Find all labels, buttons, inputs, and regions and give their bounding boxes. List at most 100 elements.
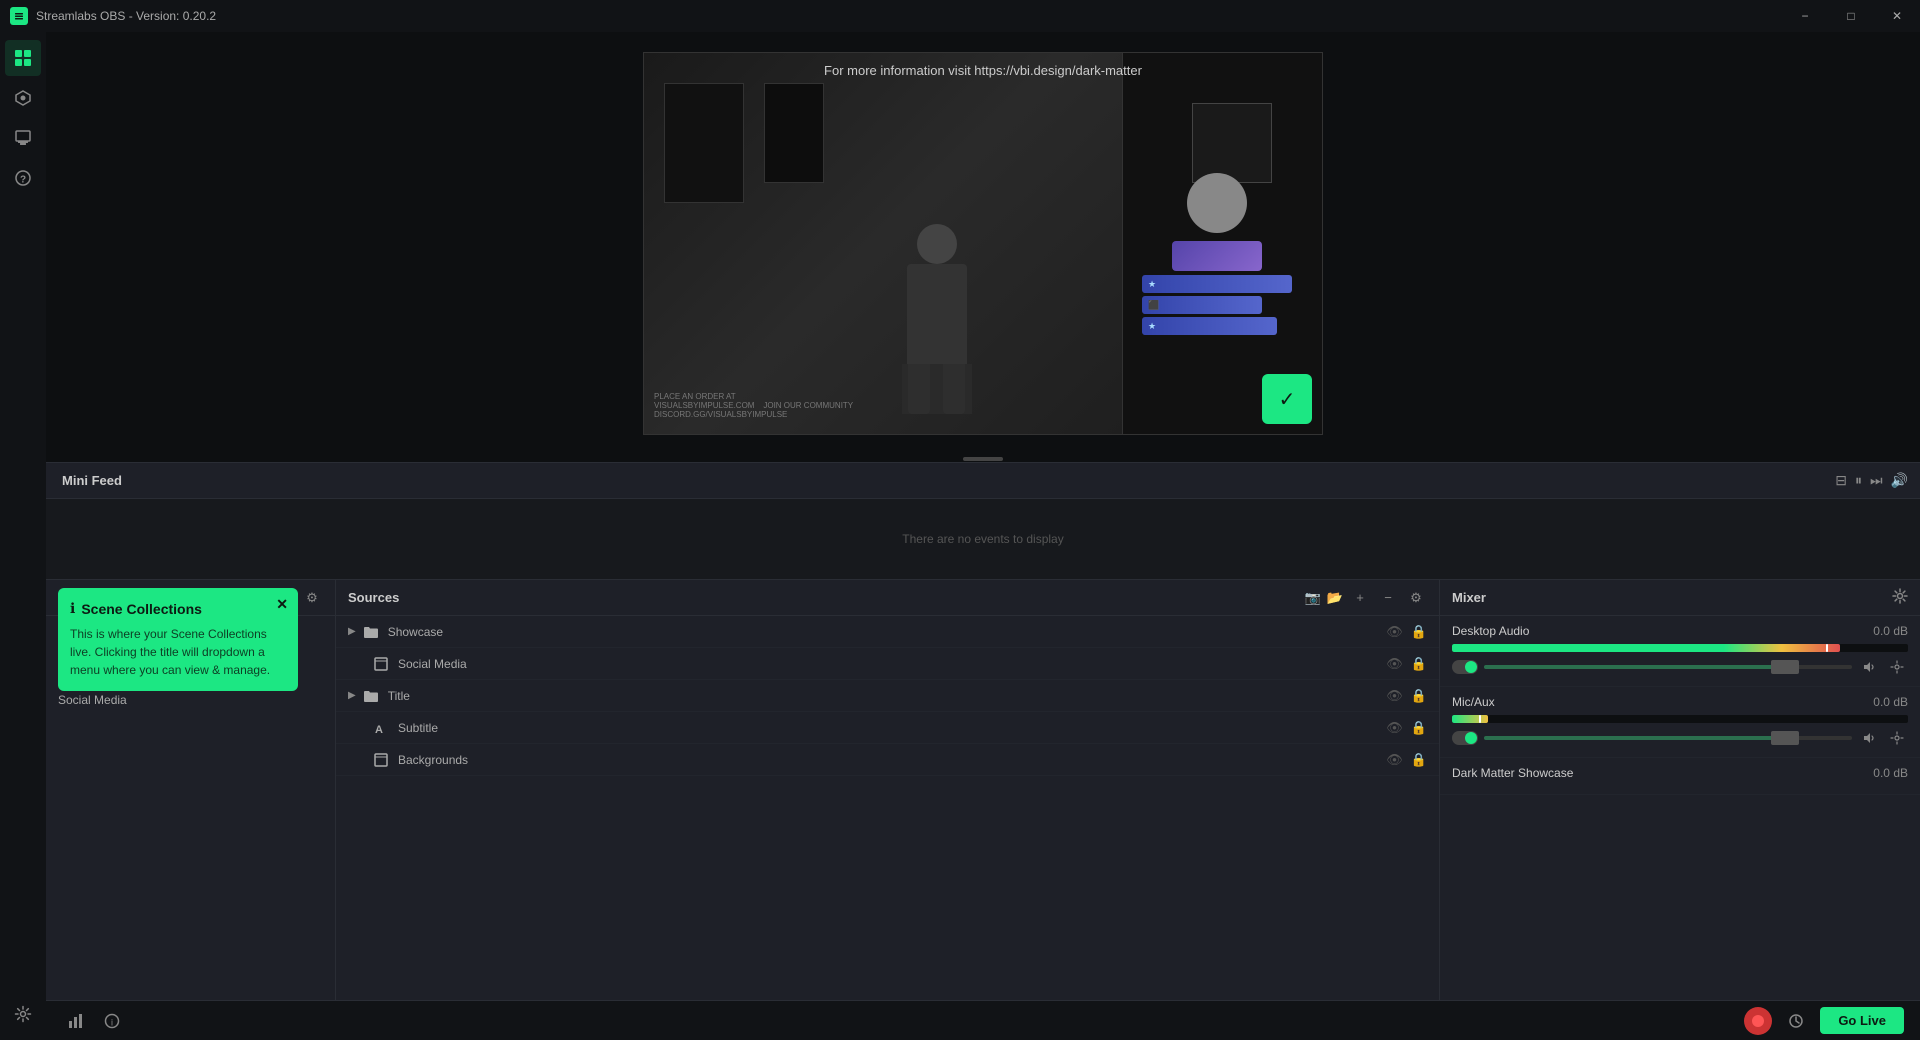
source-item-backgrounds[interactable]: Backgrounds 👁 🔒 — [336, 744, 1439, 776]
title-folder-icon — [362, 687, 380, 705]
desktop-audio-slider-fill — [1484, 665, 1778, 669]
mic-aux-mute-button[interactable] — [1858, 727, 1880, 749]
sidebar-item-themes[interactable] — [5, 120, 41, 156]
source-label-title: Title — [388, 689, 410, 703]
mic-aux-settings-button[interactable] — [1886, 727, 1908, 749]
sidebar-item-settings[interactable] — [5, 996, 41, 1032]
sources-panel-title: Sources — [348, 590, 1297, 605]
dark-matter-header: Dark Matter Showcase 0.0 dB — [1452, 766, 1908, 780]
desktop-audio-mute-button[interactable] — [1858, 656, 1880, 678]
sidebar-item-scenes[interactable] — [5, 40, 41, 76]
feed-controls: ⊟ ⏸ ⏭ 🔊 — [1835, 472, 1908, 489]
tooltip-body: This is where your Scene Collections liv… — [70, 625, 286, 679]
sidebar-item-help[interactable]: ? — [5, 160, 41, 196]
mixer-channel-desktop-audio: Desktop Audio 0.0 dB — [1440, 616, 1920, 687]
game-corner-logo: ✓ — [1262, 374, 1312, 424]
sources-camera-icon[interactable]: 📷 — [1305, 590, 1321, 606]
sidebar-bottom — [5, 996, 41, 1040]
sources-add-button[interactable]: + — [1349, 587, 1371, 609]
history-icon-button[interactable] — [1782, 1007, 1810, 1035]
sources-remove-button[interactable]: − — [1377, 587, 1399, 609]
showcase-actions: 👁 🔒 — [1386, 624, 1427, 640]
stat-bar-2: ⬛ — [1142, 296, 1262, 314]
scenes-settings-button[interactable]: ⚙ — [301, 587, 323, 609]
mixer-channel-mic-aux: Mic/Aux 0.0 dB — [1440, 687, 1920, 758]
mic-aux-slider-fill — [1484, 736, 1778, 740]
svg-text:i: i — [111, 1017, 113, 1027]
titlebar: Streamlabs OBS - Version: 0.20.2 − □ ✕ — [0, 0, 1920, 32]
sources-folder-icon[interactable]: 📂 — [1327, 590, 1343, 606]
mixer-panel-title: Mixer — [1452, 590, 1892, 605]
feed-volume-icon[interactable]: 🔊 — [1891, 472, 1908, 489]
feed-skip-icon[interactable]: ⏭ — [1870, 472, 1883, 489]
char-body — [907, 264, 967, 364]
minimize-button[interactable]: − — [1782, 0, 1828, 32]
mixer-settings-button[interactable] — [1892, 588, 1908, 607]
mini-feed-header: Mini Feed ⊟ ⏸ ⏭ 🔊 — [46, 463, 1920, 499]
mic-aux-toggle[interactable] — [1452, 731, 1478, 745]
avatar-body — [1172, 241, 1262, 271]
feed-pause-icon[interactable]: ⏸ — [1855, 472, 1862, 489]
title-eye-icon[interactable]: 👁 — [1386, 688, 1403, 704]
sources-panel-header: Sources 📷 📂 + − ⚙ — [336, 580, 1439, 616]
preview-area: ★ ⬛ ★ For more information visit https:/… — [46, 32, 1920, 462]
source-label-backgrounds: Backgrounds — [398, 753, 468, 767]
social-media-actions: 👁 🔒 — [1386, 656, 1427, 672]
subtitle-icon: A — [372, 719, 390, 737]
chart-icon-button[interactable] — [62, 1007, 90, 1035]
backgrounds-lock-icon[interactable]: 🔒 — [1411, 752, 1427, 768]
desktop-audio-label: Desktop Audio — [1452, 624, 1858, 638]
backgrounds-actions: 👁 🔒 — [1386, 752, 1427, 768]
source-label-showcase: Showcase — [388, 625, 443, 639]
showcase-folder-icon — [362, 623, 380, 641]
scenes-panel: Scenes + − ⚙ ℹ Scene Collections ✕ This … — [46, 580, 336, 1040]
window-controls: − □ ✕ — [1782, 0, 1920, 32]
dark-matter-label: Dark Matter Showcase — [1452, 766, 1858, 780]
mic-aux-level-bar — [1452, 715, 1908, 723]
close-button[interactable]: ✕ — [1874, 0, 1920, 32]
drag-handle[interactable] — [963, 457, 1003, 461]
char-leg-r — [943, 364, 965, 414]
game-bottom-text: PLACE AN ORDER ATVISUALSBYIMPULSE.COM JO… — [654, 392, 853, 419]
tooltip-close-button[interactable]: ✕ — [276, 596, 288, 613]
source-item-social-media[interactable]: Social Media 👁 🔒 — [336, 648, 1439, 680]
feed-filter-icon[interactable]: ⊟ — [1835, 472, 1847, 489]
subtitle-lock-icon[interactable]: 🔒 — [1411, 720, 1427, 736]
avatar-circle — [1187, 173, 1247, 233]
app-title: Streamlabs OBS - Version: 0.20.2 — [36, 9, 216, 23]
go-live-button[interactable]: Go Live — [1820, 1007, 1904, 1034]
subtitle-eye-icon[interactable]: 👁 — [1386, 720, 1403, 736]
social-media-lock-icon[interactable]: 🔒 — [1411, 656, 1427, 672]
info-icon-button[interactable]: i — [98, 1007, 126, 1035]
sources-settings-button[interactable]: ⚙ — [1405, 587, 1427, 609]
rec-button[interactable] — [1744, 1007, 1772, 1035]
sidebar-item-plugins[interactable] — [5, 80, 41, 116]
source-item-subtitle[interactable]: A Subtitle 👁 🔒 — [336, 712, 1439, 744]
showcase-chevron: ▶ — [348, 626, 356, 637]
desktop-audio-slider-thumb[interactable] — [1771, 660, 1799, 674]
svg-text:?: ? — [20, 175, 26, 186]
desktop-audio-toggle[interactable] — [1452, 660, 1478, 674]
desktop-audio-settings-button[interactable] — [1886, 656, 1908, 678]
desktop-audio-slider[interactable] — [1484, 665, 1852, 669]
feed-empty-text: There are no events to display — [46, 499, 1920, 579]
game-object — [1192, 103, 1272, 183]
mic-aux-slider[interactable] — [1484, 736, 1852, 740]
source-item-showcase[interactable]: ▶ Showcase 👁 🔒 — [336, 616, 1439, 648]
maximize-button[interactable]: □ — [1828, 0, 1874, 32]
showcase-lock-icon[interactable]: 🔒 — [1411, 624, 1427, 640]
backgrounds-eye-icon[interactable]: 👁 — [1386, 752, 1403, 768]
preview-canvas: ★ ⬛ ★ For more information visit https:/… — [643, 52, 1323, 435]
source-item-title[interactable]: ▶ Title 👁 🔒 — [336, 680, 1439, 712]
mixer-panel-header: Mixer — [1440, 580, 1920, 616]
mic-aux-header: Mic/Aux 0.0 dB — [1452, 695, 1908, 709]
mic-aux-slider-thumb[interactable] — [1771, 731, 1799, 745]
social-media-eye-icon[interactable]: 👁 — [1386, 656, 1403, 672]
showcase-eye-icon[interactable]: 👁 — [1386, 624, 1403, 640]
backgrounds-icon — [372, 751, 390, 769]
mic-aux-controls — [1452, 727, 1908, 749]
title-lock-icon[interactable]: 🔒 — [1411, 688, 1427, 704]
mic-aux-label: Mic/Aux — [1452, 695, 1858, 709]
bottom-panels: Scenes + − ⚙ ℹ Scene Collections ✕ This … — [46, 579, 1920, 1040]
mini-feed: Mini Feed ⊟ ⏸ ⏭ 🔊 There are no events to… — [46, 462, 1920, 579]
